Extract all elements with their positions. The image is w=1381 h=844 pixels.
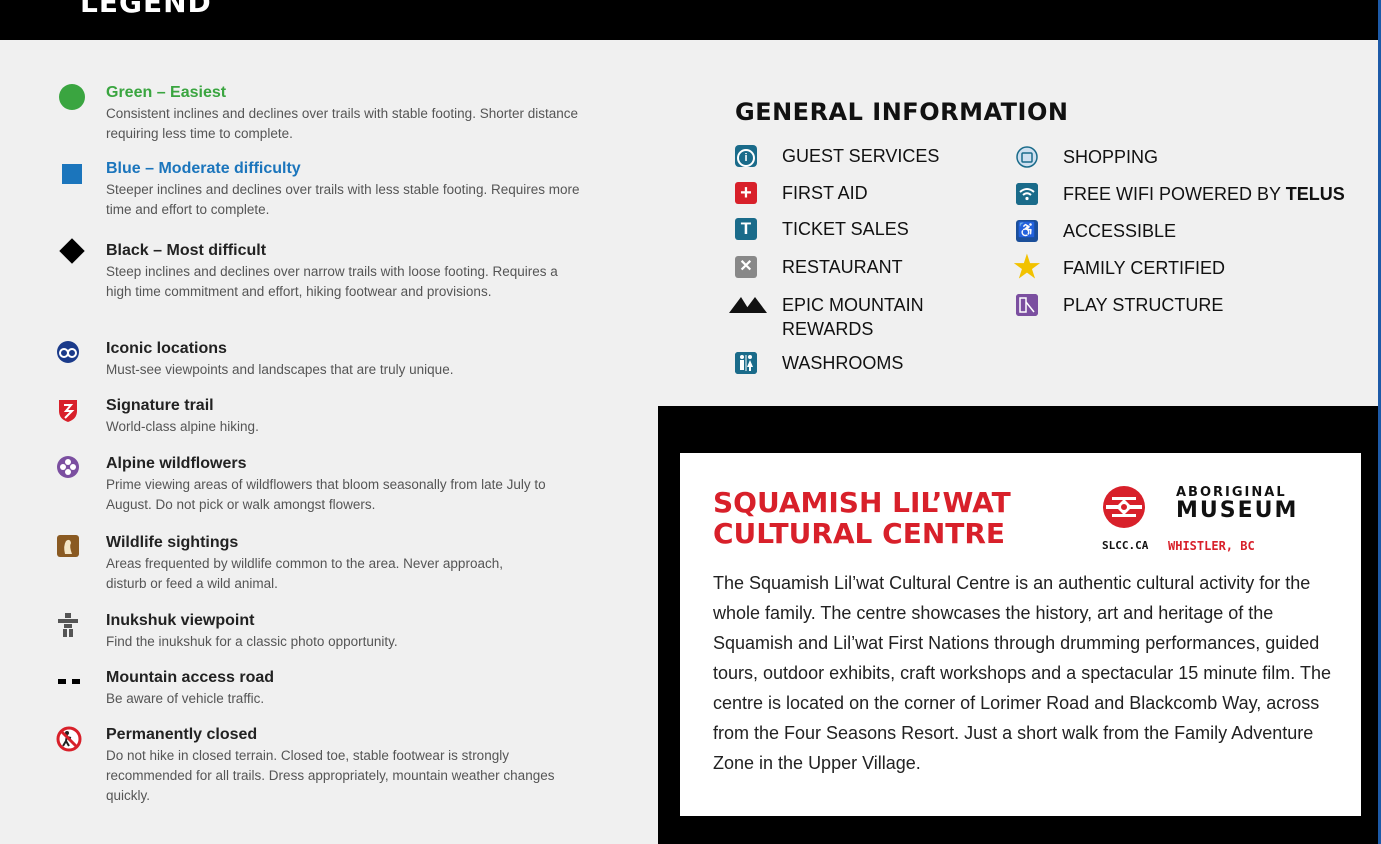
wifi-label-prefix: FREE WIFI POWERED BY bbox=[1063, 184, 1281, 204]
legend-title: Green – Easiest bbox=[106, 84, 227, 101]
legend-title: Iconic locations bbox=[106, 340, 227, 357]
signature-trail-icon bbox=[56, 397, 88, 423]
blue-square-icon bbox=[56, 160, 88, 186]
legend-title: Blue – Moderate difficulty bbox=[106, 160, 301, 177]
play-structure-icon bbox=[1016, 294, 1038, 316]
gi-label: SHOPPING bbox=[1063, 147, 1159, 167]
gi-label: PLAY STRUCTURE bbox=[1063, 295, 1224, 315]
logo-url: SLCC.CA bbox=[1102, 539, 1149, 552]
legend-desc: Be aware of vehicle traffic. bbox=[106, 691, 265, 706]
museum-emblem-icon bbox=[1102, 485, 1146, 534]
legend-desc: Steeper inclines and declines over trail… bbox=[106, 182, 580, 217]
binoculars-icon bbox=[56, 340, 88, 366]
gi-label: TICKET SALES bbox=[782, 219, 909, 239]
marmot-icon bbox=[56, 534, 88, 560]
inukshuk-icon bbox=[56, 612, 88, 638]
mountain-icon bbox=[729, 293, 767, 315]
washroom-icon bbox=[735, 352, 757, 374]
green-circle-icon bbox=[56, 84, 88, 110]
gi-label: FREE WIFI POWERED BY TELUS bbox=[1063, 183, 1345, 205]
legend-title: Wildlife sightings bbox=[106, 534, 239, 551]
gi-label: WASHROOMS bbox=[782, 353, 904, 373]
cultural-centre-card: SQUAMISH LIL’WAT CULTURAL CENTRE ABORIGI… bbox=[680, 453, 1361, 816]
logo-text-big: MUSEUM bbox=[1176, 498, 1299, 523]
shopping-icon bbox=[1016, 146, 1038, 168]
card-body: The Squamish Lil’wat Cultural Centre is … bbox=[713, 573, 1331, 773]
gi-label: GUEST SERVICES bbox=[782, 146, 940, 166]
legend-desc: Areas frequented by wildlife common to t… bbox=[106, 556, 503, 591]
legend-title: Permanently closed bbox=[106, 726, 258, 743]
header-bar: LEGEND bbox=[0, 0, 1378, 40]
legend-desc: Steep inclines and declines over narrow … bbox=[106, 264, 558, 299]
card-title: SQUAMISH LIL’WAT CULTURAL CENTRE bbox=[713, 486, 1011, 550]
dashed-line-icon bbox=[56, 669, 88, 695]
no-hiking-icon bbox=[56, 726, 88, 752]
legend-desc: Prime viewing areas of wildflowers that … bbox=[106, 477, 546, 512]
accessible-icon: ♿ bbox=[1016, 220, 1038, 242]
gi-label: FAMILY CERTIFIED bbox=[1063, 258, 1226, 278]
gi-label: RESTAURANT bbox=[782, 257, 903, 277]
gi-label: ACCESSIBLE bbox=[1063, 221, 1177, 241]
black-diamond-icon bbox=[56, 238, 88, 268]
gi-label: FIRST AID bbox=[782, 183, 868, 203]
legend-title: Inukshuk viewpoint bbox=[106, 612, 255, 629]
legend-title: Signature trail bbox=[106, 397, 214, 414]
logo-place: WHISTLER, BC bbox=[1168, 539, 1255, 553]
star-icon: ★ bbox=[1013, 251, 1041, 284]
flower-icon bbox=[56, 455, 88, 481]
legend-desc: Must-see viewpoints and landscapes that … bbox=[106, 362, 454, 377]
museum-logo: ABORIGINAL MUSEUM SLCC.CA WHISTLER, BC bbox=[1102, 485, 1296, 555]
legend-desc: Do not hike in closed terrain. Closed to… bbox=[106, 748, 555, 803]
first-aid-icon: + bbox=[735, 182, 757, 204]
legend-desc: Consistent inclines and declines over tr… bbox=[106, 106, 578, 141]
wifi-label-brand: TELUS bbox=[1285, 184, 1345, 204]
info-icon: i bbox=[735, 145, 757, 167]
ticket-icon: T bbox=[735, 218, 757, 240]
restaurant-icon: ✕ bbox=[735, 256, 757, 278]
legend-title: Mountain access road bbox=[106, 669, 275, 686]
legend-title: Black – Most difficult bbox=[106, 242, 267, 259]
page-title: LEGEND bbox=[80, 0, 212, 19]
general-info-title: GENERAL INFORMATION bbox=[735, 98, 1069, 126]
legend-title: Alpine wildflowers bbox=[106, 455, 247, 472]
wifi-icon bbox=[1016, 183, 1038, 205]
legend-desc: World-class alpine hiking. bbox=[106, 419, 259, 434]
legend-desc: Find the inukshuk for a classic photo op… bbox=[106, 634, 398, 649]
gi-label: EPIC MOUNTAIN REWARDS bbox=[782, 295, 924, 339]
